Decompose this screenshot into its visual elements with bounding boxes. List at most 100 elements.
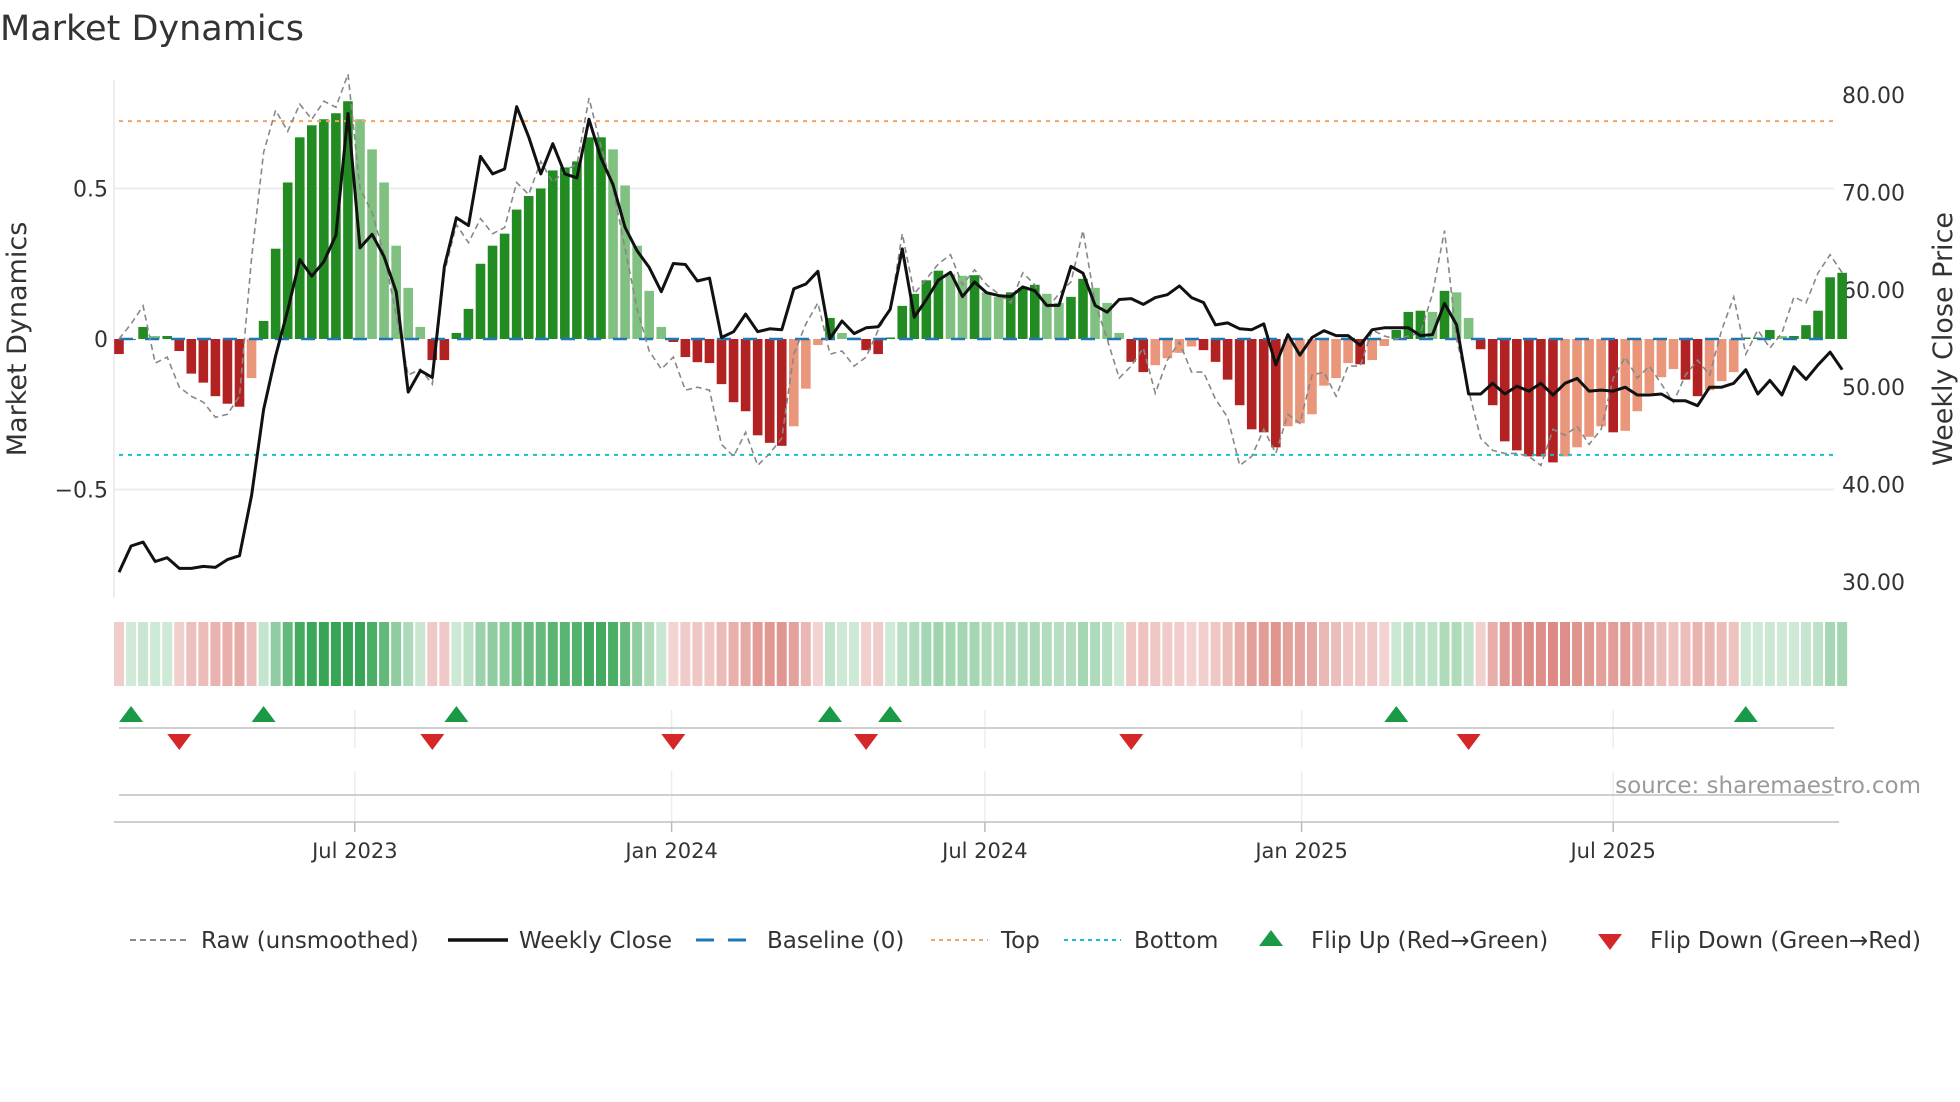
legend-close-label: Weekly Close	[519, 928, 672, 954]
legend: Raw (unsmoothed) Weekly Close Baseline (…	[130, 928, 1921, 954]
heat-cell	[1343, 622, 1354, 686]
heat-cell	[330, 622, 341, 686]
dynamics-bar	[210, 339, 221, 397]
dynamics-bar	[1632, 339, 1643, 412]
dynamics-bar	[198, 339, 209, 383]
dynamics-bar	[752, 339, 763, 436]
dynamics-bar	[837, 332, 847, 339]
right-axis-ticks: 80.00 70.00 60.00 50.00 40.00 30.00	[1842, 84, 1905, 596]
heat-cell	[1186, 622, 1197, 686]
heat-cell	[1801, 622, 1811, 686]
heat-cell	[680, 622, 691, 686]
heat-cell	[487, 622, 498, 686]
right-tick-label: 60.00	[1842, 279, 1905, 304]
dynamics-bar	[1668, 339, 1679, 370]
heat-cell	[198, 622, 209, 686]
heat-cell	[1114, 622, 1125, 686]
heat-cell	[1053, 622, 1064, 686]
dynamics-bar	[114, 339, 124, 355]
dynamics-bar	[319, 119, 329, 340]
dynamics-bar	[307, 125, 317, 339]
x-tick-label: Jul 2025	[1568, 839, 1655, 863]
heat-cell	[1704, 622, 1715, 686]
heat-cell	[1776, 622, 1787, 686]
dynamics-bar	[945, 274, 956, 339]
left-axis-label: Market Dynamics	[2, 222, 33, 457]
chart-title: Market Dynamics	[0, 9, 304, 49]
dynamics-bar	[1765, 329, 1775, 339]
heat-cell	[1439, 622, 1450, 686]
dynamics-bar	[499, 233, 510, 339]
dynamics-bar	[535, 188, 546, 339]
heat-cell	[1499, 622, 1510, 686]
heat-cell	[475, 622, 486, 686]
dynamics-bar	[1837, 272, 1847, 339]
heat-cell	[1415, 622, 1426, 686]
heat-cell	[644, 622, 655, 686]
heat-cell	[596, 622, 606, 686]
legend-flip-down-icon	[1598, 934, 1622, 950]
heat-cell	[294, 622, 305, 686]
heat-cell	[1282, 622, 1293, 686]
flip-up-marker	[119, 706, 144, 722]
legend-bottom-label: Bottom	[1134, 928, 1218, 954]
dynamics-bar	[1222, 339, 1233, 380]
dynamics-bar	[1548, 339, 1558, 463]
heat-cell	[1162, 622, 1173, 686]
dynamics-bar	[728, 339, 739, 403]
heat-cell	[1391, 622, 1402, 686]
heat-cell	[776, 622, 787, 686]
heat-cell	[1620, 622, 1631, 686]
heat-cell	[1210, 622, 1221, 686]
heat-cell	[1017, 622, 1028, 686]
heat-cell	[728, 622, 739, 686]
heat-cell	[1174, 622, 1185, 686]
heat-cell	[945, 622, 956, 686]
dynamics-bar	[897, 305, 908, 339]
heat-cell	[1258, 622, 1269, 686]
dynamics-bar	[548, 170, 558, 339]
heat-cell	[258, 622, 269, 686]
market-dynamics-chart: Market Dynamics 0.5 0 −0.5 80.00 70.00 60.00…	[0, 9, 1959, 954]
dynamics-bar	[584, 137, 594, 339]
heat-cell	[933, 622, 944, 686]
heat-cell	[451, 622, 462, 686]
dynamics-bar	[1258, 339, 1269, 433]
heat-cell	[1547, 622, 1558, 686]
heat-cell	[981, 622, 992, 686]
heat-cell	[210, 622, 221, 686]
heat-cell	[1355, 622, 1366, 686]
heat-cell	[1427, 622, 1438, 686]
heat-cell	[704, 622, 715, 686]
heat-cell	[1451, 622, 1462, 686]
dynamics-bar	[776, 339, 787, 446]
heat-cell	[403, 622, 414, 686]
heat-cell	[849, 622, 860, 686]
heat-cell	[1331, 622, 1342, 686]
heat-cell	[162, 622, 173, 686]
heat-cell	[1102, 622, 1113, 686]
legend-flip-up-icon	[1259, 930, 1283, 946]
dynamics-bar	[873, 339, 883, 355]
heat-cell	[559, 622, 570, 686]
heat-cell	[1270, 622, 1281, 686]
right-tick-label: 80.00	[1842, 84, 1905, 109]
left-axis-ticks: 0.5 0 −0.5	[55, 178, 108, 504]
dynamics-bar	[1078, 278, 1088, 339]
heat-cell	[571, 622, 582, 686]
heat-cell	[608, 622, 619, 686]
dynamics-bar	[270, 248, 281, 339]
lower-panel-grid	[354, 710, 1614, 822]
heat-cell	[1813, 622, 1824, 686]
dynamics-bar	[246, 339, 257, 379]
heat-cell	[716, 622, 727, 686]
dynamics-bar	[692, 339, 703, 363]
heat-cell	[439, 622, 450, 686]
heat-cell	[318, 622, 329, 686]
heat-cell	[222, 622, 233, 686]
heat-cell	[234, 622, 245, 686]
dynamics-bar	[1054, 302, 1064, 339]
dynamics-bar	[1620, 339, 1631, 431]
dynamics-bar	[463, 308, 474, 339]
dynamics-bar	[1234, 339, 1245, 406]
